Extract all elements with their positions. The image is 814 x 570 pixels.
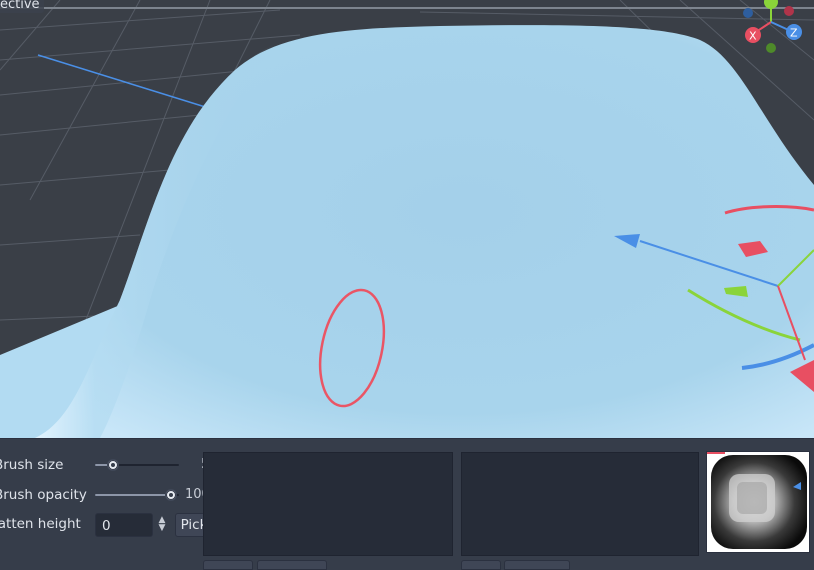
brush-size-slider[interactable]	[95, 459, 179, 471]
list-button[interactable]	[461, 560, 501, 570]
texture-list[interactable]	[461, 452, 699, 556]
terrain-brush-panel: Brush size 5 Brush opacity 100 latten he…	[0, 438, 814, 570]
slider-grabber[interactable]	[107, 459, 120, 471]
slider-grabber[interactable]	[165, 489, 177, 501]
svg-text:Z: Z	[790, 27, 798, 40]
flatten-height-label: latten height	[0, 516, 81, 532]
brush-size-label: Brush size	[0, 457, 64, 473]
list-button[interactable]	[504, 560, 570, 570]
view-mode-label[interactable]: ective	[0, 0, 44, 13]
list-button[interactable]	[257, 560, 327, 570]
brush-opacity-slider[interactable]	[95, 489, 179, 501]
svg-text:X: X	[749, 30, 757, 43]
flatten-height-row: latten height 0 ▲ ▼ Pick	[0, 513, 215, 537]
brush-shape-preview[interactable]	[706, 451, 810, 553]
spinner-arrows-icon[interactable]: ▲ ▼	[156, 516, 168, 534]
scene-render: X Z	[0, 0, 814, 438]
flatten-height-input[interactable]: 0	[95, 513, 153, 537]
brush-opacity-row: Brush opacity 100	[0, 484, 215, 506]
brush-opacity-label: Brush opacity	[0, 487, 87, 503]
list-button[interactable]	[203, 560, 253, 570]
brush-shape-image	[707, 452, 809, 552]
brush-size-row: Brush size 5	[0, 454, 215, 476]
z-axis-line	[37, 54, 216, 111]
brush-list[interactable]	[203, 452, 453, 556]
3d-viewport[interactable]: X Z ective	[0, 0, 814, 438]
